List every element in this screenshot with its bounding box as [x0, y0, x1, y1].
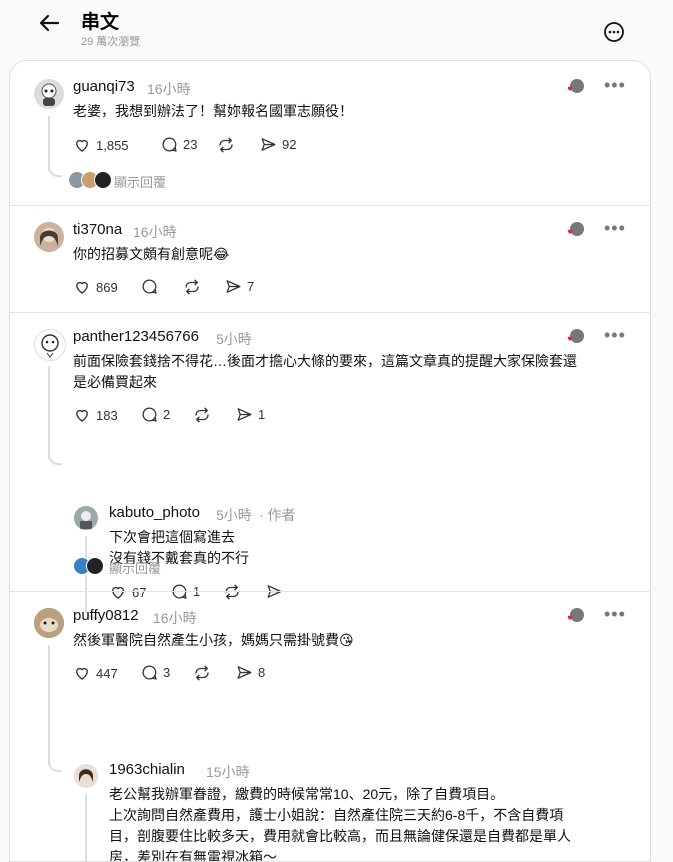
liked-by-icon[interactable] — [566, 328, 584, 346]
timestamp: 5小時 — [216, 331, 252, 347]
repost-icon — [219, 137, 233, 153]
page-title: 串文 — [81, 12, 120, 33]
post-text: 老婆，我想到辦法了！幫妳報名國軍志願役！ — [73, 103, 353, 119]
share-button[interactable]: 8 — [236, 664, 265, 681]
reply-timestamp: 15小時 — [206, 764, 250, 780]
like-button[interactable]: 1,855 — [73, 136, 129, 154]
comment-icon — [162, 137, 177, 152]
repost-icon — [195, 407, 209, 423]
show-replies-link[interactable]: 顯示回覆 — [114, 172, 166, 191]
thread-card: guanqi73 16小時 ••• 老婆，我想到辦法了！幫妳報名國軍志願役！ 1… — [9, 60, 651, 862]
liked-by-icon[interactable] — [566, 78, 584, 96]
comment-button[interactable]: 23 — [161, 136, 197, 153]
heart-icon — [76, 281, 88, 294]
more-button[interactable]: ••• — [604, 75, 626, 96]
liked-by-icon[interactable] — [566, 607, 584, 625]
timestamp: 16小時 — [153, 610, 197, 626]
back-arrow-icon[interactable] — [36, 9, 64, 37]
repost-button[interactable] — [193, 406, 216, 424]
heart-icon — [76, 667, 88, 680]
avatar[interactable] — [34, 79, 64, 109]
comment-post: panther123456766 5小時 ••• 前面保險套錢捨不得花…後面才擔… — [10, 313, 650, 619]
comment-button[interactable]: 3 — [141, 664, 170, 681]
post-text: 前面保險套錢捨不得花…後面才擔心大條的要來，這篇文章真的提醒大家保險套還 是必備買… — [73, 353, 577, 390]
heart-icon — [76, 409, 88, 422]
timestamp: 16小時 — [133, 224, 177, 240]
author-tag: · 作者 — [259, 507, 296, 523]
like-button[interactable]: 447 — [73, 664, 118, 682]
avatar[interactable] — [34, 608, 64, 638]
more-button[interactable]: ••• — [604, 218, 626, 239]
username[interactable]: puffy0812 — [73, 607, 139, 624]
avatar[interactable] — [34, 329, 66, 361]
repost-button[interactable] — [217, 136, 240, 154]
reply-timestamp: 5小時 — [216, 507, 252, 523]
comment-button[interactable]: 2 — [141, 406, 170, 423]
share-button[interactable]: 92 — [260, 136, 296, 153]
post-text: 你的招募文頗有創意呢😂 — [73, 246, 230, 262]
top-bar: 串文 29 萬次瀏覽 — [0, 0, 673, 58]
repost-button[interactable] — [193, 664, 216, 682]
like-button[interactable]: 183 — [73, 406, 118, 424]
username[interactable]: guanqi73 — [73, 78, 135, 95]
comment-post: puffy0812 16小時 ••• 然後軍醫院自然產生小孩，媽媽只需掛號費😘 … — [10, 592, 650, 862]
heart-icon — [76, 139, 88, 152]
more-options-icon[interactable] — [602, 20, 626, 44]
reply-username[interactable]: 1963chialin — [109, 761, 185, 778]
comment-icon — [142, 407, 157, 422]
liked-by-icon[interactable] — [566, 221, 584, 239]
send-icon — [226, 280, 241, 293]
reply-avatar[interactable] — [74, 764, 98, 788]
comment-post: guanqi73 16小時 ••• 老婆，我想到辦法了！幫妳報名國軍志願役！ 1… — [10, 61, 650, 205]
like-button[interactable]: 869 — [73, 278, 118, 296]
comment-button[interactable] — [141, 278, 163, 295]
share-button[interactable]: 1 — [236, 406, 265, 423]
comment-icon — [142, 279, 157, 294]
show-replies-link[interactable]: 顯示回覆 — [109, 558, 161, 577]
avatar[interactable] — [34, 222, 64, 252]
reply-text: 老公幫我辦軍眷證，繳費的時候常常10、20元，除了自費項目。 上次詢問自然產費用… — [109, 786, 571, 862]
reply-avatar[interactable] — [74, 506, 98, 530]
repost-button[interactable] — [183, 278, 206, 296]
send-icon — [237, 408, 252, 421]
username[interactable]: ti370na — [73, 221, 122, 238]
reply-username[interactable]: kabuto_photo — [109, 504, 200, 521]
more-button[interactable]: ••• — [604, 325, 626, 346]
post-text: 然後軍醫院自然產生小孩，媽媽只需掛號費😘 — [73, 632, 354, 648]
view-count: 29 萬次瀏覽 — [81, 36, 141, 48]
repost-icon — [185, 279, 199, 295]
timestamp: 16小時 — [147, 81, 191, 97]
comment-post: ti370na 16小時 ••• 你的招募文頗有創意呢😂 869 7 — [10, 206, 650, 312]
share-button[interactable]: 7 — [225, 278, 254, 295]
more-button[interactable]: ••• — [604, 604, 626, 625]
repost-icon — [195, 665, 209, 681]
send-icon — [261, 138, 276, 151]
send-icon — [237, 666, 252, 679]
username[interactable]: panther123456766 — [73, 328, 199, 345]
comment-icon — [142, 665, 157, 680]
